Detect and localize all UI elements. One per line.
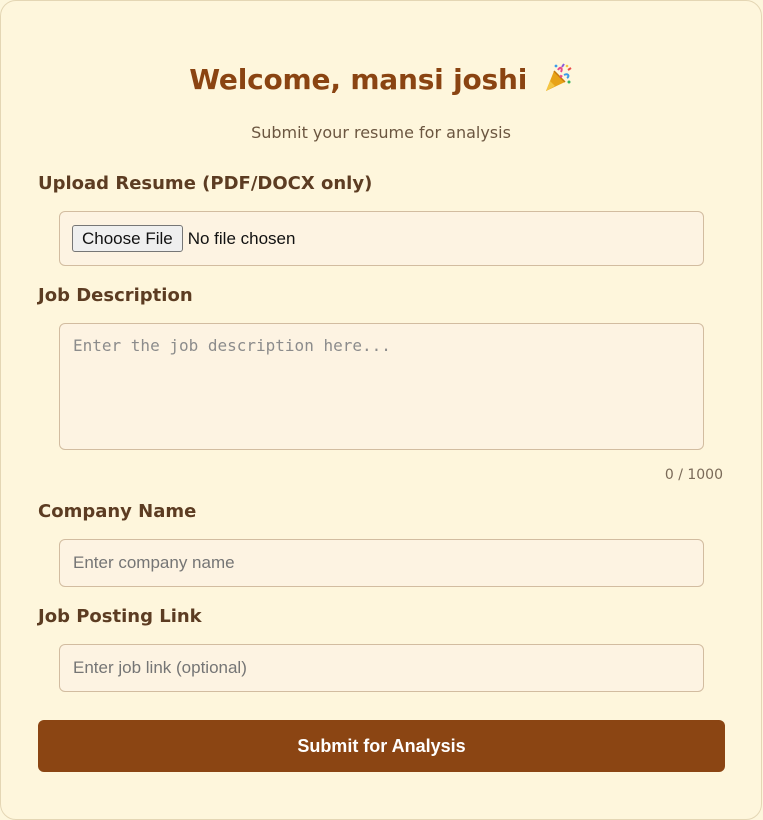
party-popper-icon bbox=[545, 63, 572, 91]
page-subtitle: Submit your resume for analysis bbox=[251, 123, 511, 142]
character-counter: 0 / 1000 bbox=[664, 467, 723, 483]
resume-file-input[interactable]: Choose File No file chosen bbox=[59, 211, 704, 266]
company-name-label: Company Name bbox=[38, 501, 197, 522]
choose-file-button[interactable]: Choose File bbox=[72, 225, 183, 252]
job-description-label: Job Description bbox=[38, 285, 193, 306]
submit-button[interactable]: Submit for Analysis bbox=[38, 720, 725, 772]
file-status-text: No file chosen bbox=[187, 228, 296, 248]
job-link-input[interactable] bbox=[59, 644, 704, 692]
job-description-textarea[interactable] bbox=[59, 323, 704, 450]
company-name-input[interactable] bbox=[59, 539, 704, 587]
welcome-prefix: Welcome, bbox=[189, 63, 351, 96]
resume-upload-label: Upload Resume (PDF/DOCX only) bbox=[38, 173, 373, 194]
page-title: Welcome, mansi joshi bbox=[1, 63, 761, 96]
job-link-label: Job Posting Link bbox=[38, 606, 202, 627]
user-name: mansi joshi bbox=[350, 63, 528, 96]
resume-form-card: Welcome, mansi joshi Submit your resume … bbox=[0, 0, 762, 820]
